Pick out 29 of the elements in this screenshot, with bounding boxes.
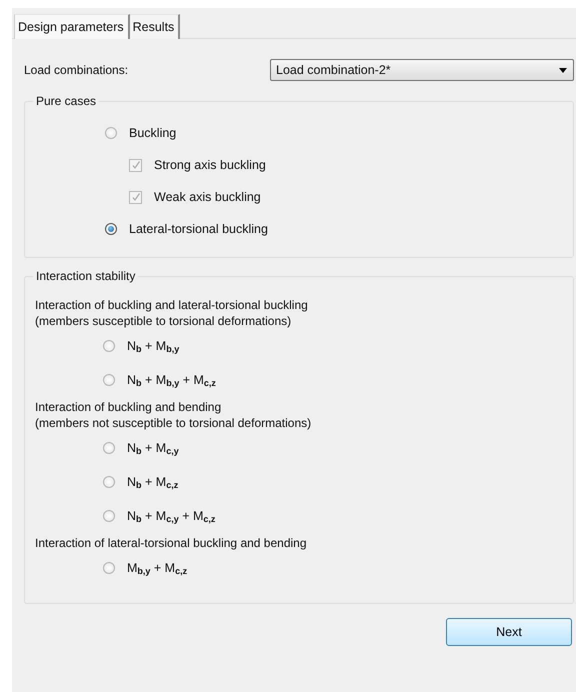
section-heading: Interaction of buckling and bending (members not susceptible to torsional deformations) [35,399,312,431]
radio-button[interactable] [103,510,115,522]
next-button[interactable]: Next [446,618,572,646]
option-label: Buckling [129,126,176,140]
load-combination-dropdown[interactable]: Load combination-2* [270,59,574,81]
section-heading: Interaction of lateral-torsional buckling and bending [35,535,308,551]
tab[interactable]: Design parameters [14,14,130,39]
tab[interactable]: Results [130,14,180,39]
radio-button[interactable] [105,127,117,139]
radio-button[interactable] [103,340,115,352]
option-label: N$_{b}$ + M$_{c,z}$ [127,474,178,490]
group-title: Interaction stability [33,269,138,283]
option-label: Strong axis buckling [154,158,266,172]
option-label: N$_{b}$ + M$_{c,y}$ [127,440,179,456]
group-title: Pure cases [33,94,100,108]
section-heading: Interaction of buckling and lateral-torsional buckling (members susceptible to torsional deformations) [35,297,309,329]
field-label: Load combinations: [24,63,128,77]
caret-icon [559,68,567,72]
option-label: Lateral-torsional buckling [129,222,268,236]
option-label: N$_{b}$ + M$_{c,y}$ + M$_{c,z}$ [127,508,216,524]
option-label: Weak axis buckling [154,190,261,204]
radio-button[interactable] [103,374,115,386]
option-label: N$_{b}$ + M$_{b,y}$ [127,338,180,354]
radio-button[interactable] [103,562,115,574]
radio-button[interactable] [105,223,117,235]
option-label: N$_{b}$ + M$_{b,y}$ + M$_{c,z}$ [127,372,216,388]
option-label: M$_{b,y}$ + M$_{c,z}$ [127,560,188,576]
radio-button[interactable] [103,442,115,454]
radio-button[interactable] [103,476,115,488]
